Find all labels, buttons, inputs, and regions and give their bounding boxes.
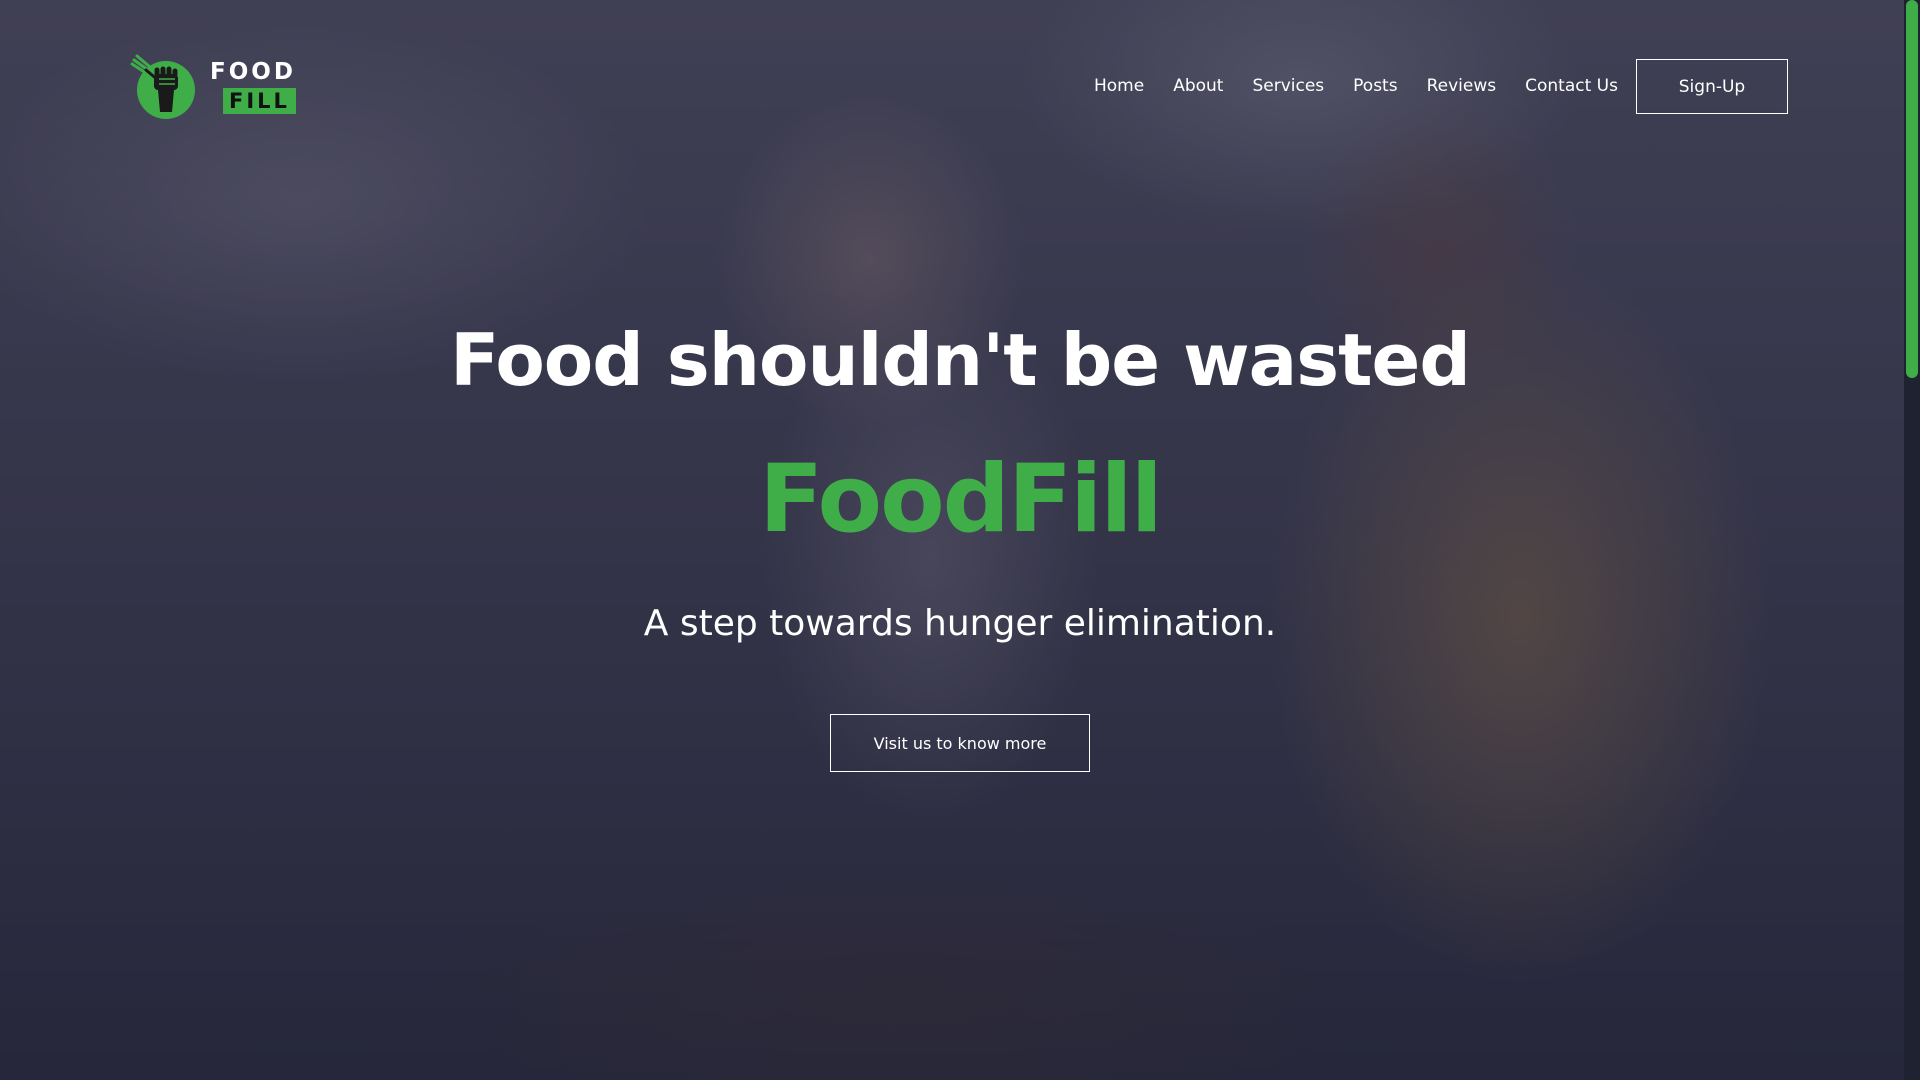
visit-us-button[interactable]: Visit us to know more	[830, 714, 1090, 772]
nav-item-home[interactable]: Home	[1094, 76, 1144, 96]
nav-item-services[interactable]: Services	[1252, 76, 1324, 96]
landing-page: FOOD FILL Home About Services Posts Revi…	[0, 0, 1920, 1080]
logo-line-food: FOOD	[210, 59, 296, 85]
nav-item-posts[interactable]: Posts	[1353, 76, 1397, 96]
raised-fist-fork-icon	[130, 54, 195, 119]
nav-item-contact-us[interactable]: Contact Us	[1525, 76, 1618, 96]
logo-wordmark: FOOD FILL	[210, 60, 296, 114]
hero-brand-name: FoodFill	[759, 445, 1163, 554]
page-scrollbar[interactable]	[1904, 0, 1920, 1080]
hero-tagline: A step towards hunger elimination.	[643, 603, 1277, 644]
nav-item-about[interactable]: About	[1173, 76, 1223, 96]
logo[interactable]: FOOD FILL	[130, 52, 296, 122]
scrollbar-thumb[interactable]	[1906, 0, 1918, 378]
nav-item-reviews[interactable]: Reviews	[1427, 76, 1497, 96]
signup-button[interactable]: Sign-Up	[1636, 59, 1788, 114]
logo-line-fill: FILL	[223, 88, 296, 114]
hero-title: Food shouldn't be wasted	[450, 318, 1471, 402]
main-nav: Home About Services Posts Reviews Contac…	[1094, 76, 1647, 96]
